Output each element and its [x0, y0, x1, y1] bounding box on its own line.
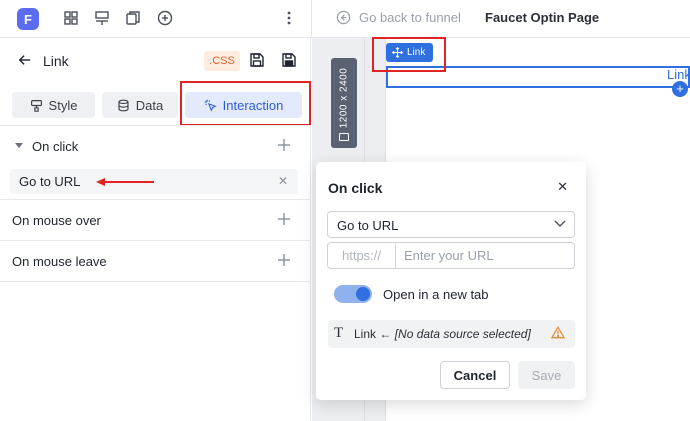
save-icon[interactable] — [249, 52, 265, 73]
tab-style[interactable]: Style — [12, 92, 95, 118]
warning-icon — [551, 326, 565, 339]
top-bar: F Go back to funnel Faucet Optin Page — [0, 0, 690, 38]
cancel-button[interactable]: Cancel — [440, 361, 510, 389]
more-vertical-icon[interactable] — [280, 9, 298, 27]
section-on-mouse-over[interactable]: On mouse over — [0, 200, 311, 240]
desktop-icon — [339, 133, 349, 141]
topbar-divider — [311, 0, 312, 38]
panel-header: Link .CSS — [0, 38, 311, 84]
annotation-highlight-interaction — [180, 81, 311, 126]
toggle-knob — [356, 287, 370, 301]
on-click-popup: On click ✕ Go to URL https:// Open in a … — [316, 162, 586, 400]
data-source-row[interactable]: T Link ← [No data source selected] — [328, 320, 575, 348]
section-on-mouse-leave[interactable]: On mouse leave — [0, 241, 311, 281]
url-field: https:// — [327, 242, 575, 269]
popup-title: On click — [328, 180, 383, 196]
add-on-mouse-leave-icon[interactable] — [277, 253, 291, 270]
link-element-text[interactable]: Link — [667, 67, 690, 82]
grid-icon[interactable] — [62, 9, 80, 27]
open-new-tab-label: Open in a new tab — [383, 287, 489, 302]
save-button[interactable]: Save — [518, 361, 575, 389]
back-circle-icon — [336, 10, 351, 25]
back-arrow-icon[interactable] — [18, 53, 32, 72]
url-prefix: https:// — [328, 243, 396, 268]
action-select[interactable]: Go to URL — [327, 211, 575, 238]
chevron-down-icon — [554, 220, 566, 227]
css-button[interactable]: .CSS — [204, 51, 240, 71]
caret-down-icon — [15, 143, 23, 148]
text-type-icon: T — [334, 325, 344, 341]
panel-title: Link — [43, 53, 69, 69]
database-icon — [118, 99, 129, 111]
tab-data[interactable]: Data — [102, 92, 178, 118]
pages-icon[interactable] — [124, 9, 142, 27]
save-as-icon[interactable] — [281, 52, 297, 73]
add-on-click-icon[interactable] — [277, 138, 291, 155]
remove-action-icon[interactable]: ✕ — [278, 174, 288, 188]
back-to-funnel-link[interactable]: Go back to funnel — [336, 10, 461, 25]
open-new-tab-toggle[interactable] — [334, 285, 372, 303]
canvas-size-badge[interactable]: 1200 x 2400 — [331, 58, 357, 148]
add-element-icon[interactable]: + — [672, 81, 688, 97]
add-on-mouse-over-icon[interactable] — [277, 212, 291, 229]
section-on-click[interactable]: On click — [0, 126, 311, 166]
app-logo[interactable]: F — [17, 8, 39, 30]
add-circle-icon[interactable] — [156, 9, 174, 27]
annotation-highlight-link-chip — [372, 37, 446, 72]
properties-panel: Link .CSS Style Data Interaction On clic… — [0, 38, 311, 421]
page-title: Faucet Optin Page — [485, 10, 600, 25]
close-icon[interactable]: ✕ — [557, 179, 568, 195]
url-input[interactable] — [404, 247, 564, 264]
layout-icon[interactable] — [93, 9, 111, 27]
divider — [0, 281, 311, 282]
brush-icon — [30, 99, 42, 112]
annotation-arrow — [96, 178, 154, 186]
